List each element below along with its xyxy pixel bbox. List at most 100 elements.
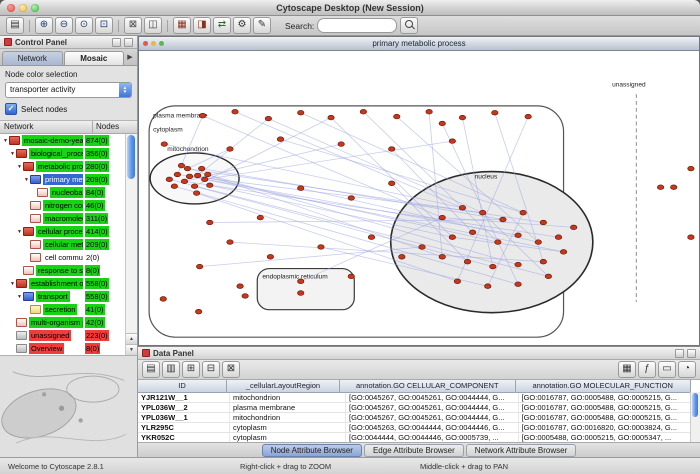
network-node[interactable] [178,163,184,168]
tree-item-transport[interactable]: ▼transport558(0) [0,290,126,303]
network-node[interactable] [515,233,521,238]
network-node[interactable] [237,284,243,289]
disclosure-triangle-icon[interactable]: ▼ [16,229,23,235]
float-panel-button[interactable] [112,38,121,47]
tree-item-multi-organism-pro[interactable]: multi-organism pro...42(0) [0,316,126,329]
network-node[interactable] [492,110,498,115]
network-node[interactable] [191,184,197,189]
tree-item-cellular-process[interactable]: ▼cellular process414(0) [0,225,126,238]
zoom-in-icon[interactable]: ⊕ [35,17,53,34]
network-node[interactable] [297,110,303,115]
network-node[interactable] [297,279,303,284]
network-node[interactable] [227,147,233,152]
table-row[interactable]: YLR295Ccytoplasm[GO:0045263, GO:0044444,… [138,423,691,433]
print-icon[interactable]: ▤ [6,17,24,34]
scrollbar-thumb[interactable] [692,393,698,417]
close-panel-button[interactable] [124,38,133,47]
table-row[interactable]: YPL036W__1mitochondrion[GO:0045267, GO:0… [138,413,691,423]
network-node[interactable] [174,172,180,177]
minimize-window-button[interactable] [19,4,27,12]
network-node[interactable] [688,235,694,240]
tree-item-mosaic-demo-yeast[interactable]: ▼mosaic-demo-yeast874(0) [0,134,126,147]
search-go-button[interactable] [400,17,418,34]
network-node[interactable] [520,210,526,215]
tab-network[interactable]: Network [2,51,63,65]
zoom-selected-icon[interactable]: ⊙ [75,17,93,34]
tree-item-secretion[interactable]: secretion41(0) [0,303,126,316]
network-node[interactable] [419,245,425,250]
column-header-cellularlayoutregion[interactable]: _cellularLayoutRegion [227,380,340,392]
tree-item-nitrogen-compo[interactable]: nitrogen compo...46(0) [0,199,126,212]
tree-item-biological-process[interactable]: ▼biological_process356(0) [0,147,126,160]
disclosure-triangle-icon[interactable]: ▼ [23,177,30,183]
network-node[interactable] [449,235,455,240]
annotation-icon[interactable]: ✎ [253,17,271,34]
network-node[interactable] [201,177,207,182]
network-node[interactable] [469,230,475,235]
vizmapper-icon[interactable]: ⚙ [233,17,251,34]
network-node[interactable] [688,166,694,171]
network-node[interactable] [166,177,172,182]
network-node[interactable] [657,185,663,190]
network-node[interactable] [277,137,283,142]
column-header-annotation-go-cellular-component[interactable]: annotation.GO CELLULAR_COMPONENT [340,380,516,392]
scrollbar-thumb[interactable] [127,135,135,179]
disclosure-triangle-icon[interactable]: ▼ [16,294,23,300]
float-panel-button[interactable] [675,349,684,358]
network-node[interactable] [670,185,676,190]
network-node[interactable] [348,274,354,279]
network-frame-titlebar[interactable]: primary metabolic process [139,37,699,51]
tab-node-attribute-browser[interactable]: Node Attribute Browser [262,444,362,457]
network-node[interactable] [485,284,491,289]
select-nodes-checkbox[interactable] [5,103,17,115]
import-network-icon[interactable]: ⇄ [213,17,231,34]
network-node[interactable] [318,245,324,250]
search-input[interactable] [317,18,397,33]
marquee-zoom-icon[interactable]: ⊠ [124,17,142,34]
network-node[interactable] [525,114,531,119]
network-node[interactable] [540,259,546,264]
tab-mosaic[interactable]: Mosaic [64,51,125,65]
network-node[interactable] [297,186,303,191]
attribute-matrix-icon[interactable]: ▦ [618,361,636,378]
delete-attribute-icon[interactable]: ⊟ [202,361,220,378]
snapshot-icon[interactable]: ◫ [144,17,162,34]
network-node[interactable] [555,235,561,240]
zoom-out-icon[interactable]: ⊖ [55,17,73,34]
tree-item-macromolecule[interactable]: macromolecule...311(0) [0,212,126,225]
network-node[interactable] [495,240,501,245]
network-node[interactable] [439,121,445,126]
network-node[interactable] [459,205,465,210]
network-node[interactable] [545,274,551,279]
network-node[interactable] [227,240,233,245]
network-node[interactable] [399,254,405,259]
zoom-fit-icon[interactable]: ⊡ [95,17,113,34]
network-node[interactable] [535,240,541,245]
network-node[interactable] [195,309,201,314]
network-node[interactable] [464,259,470,264]
network-node[interactable] [186,174,192,179]
network-node[interactable] [232,109,238,114]
network-node[interactable] [426,109,432,114]
node-color-dropdown[interactable]: transporter activity [5,82,132,98]
network-node[interactable] [454,279,460,284]
network-edge[interactable] [200,247,422,267]
tab-overflow-arrow-icon[interactable] [125,51,135,65]
pie-chart-icon[interactable]: ◔ [678,361,696,378]
disclosure-triangle-icon[interactable]: ▼ [9,281,16,287]
tree-item-establishment-of-lo[interactable]: ▼establishment of lo...558(0) [0,277,126,290]
network-node[interactable] [207,183,213,188]
network-node[interactable] [515,282,521,287]
network-node[interactable] [198,166,204,171]
network-edge[interactable] [331,118,452,238]
select-attributes-icon[interactable]: ▤ [142,361,160,378]
tree-column-network[interactable]: Network [0,121,93,133]
network-node[interactable] [193,191,199,196]
tree-item-overview[interactable]: Overview8(0) [0,342,126,355]
frame-close-icon[interactable] [143,41,148,46]
close-window-button[interactable] [7,4,15,12]
data-panel-titlebar[interactable]: Data Panel [138,347,700,360]
tree-item-metabolic-process[interactable]: ▼metabolic process280(0) [0,160,126,173]
network-node[interactable] [439,215,445,220]
network-node[interactable] [338,142,344,147]
